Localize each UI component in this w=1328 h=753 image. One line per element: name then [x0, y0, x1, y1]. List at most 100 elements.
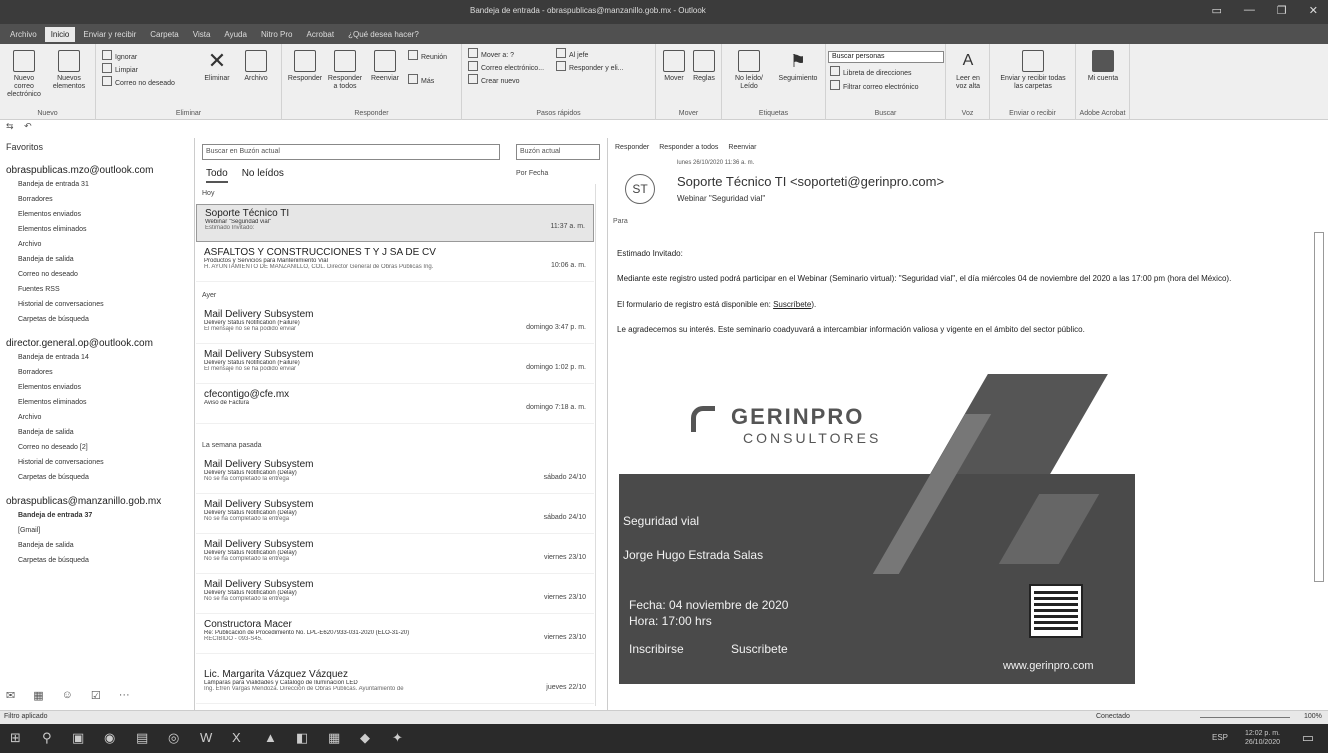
app-icon[interactable]: ◆: [360, 730, 370, 746]
tab-acrobat[interactable]: Acrobat: [301, 27, 341, 42]
search-scope-dropdown[interactable]: Buzón actual: [516, 144, 600, 160]
folder-item[interactable]: Elementos enviados: [0, 382, 194, 397]
list-item[interactable]: Mail Delivery Subsystem Delivery Status …: [196, 536, 594, 574]
archive-button[interactable]: Archivo: [238, 50, 274, 83]
browser-icon[interactable]: ◉: [104, 730, 115, 746]
banner-signup-button[interactable]: Suscribete: [731, 642, 788, 656]
account-2[interactable]: director.general.op@outlook.com: [0, 335, 194, 352]
meeting-button[interactable]: Reunión: [408, 50, 447, 61]
group-header-last-week[interactable]: La semana pasada: [202, 442, 587, 449]
folder-item[interactable]: Historial de conversaciones: [0, 299, 194, 314]
folder-item[interactable]: Borradores: [0, 367, 194, 382]
quickstep-new[interactable]: Crear nuevo: [468, 74, 520, 85]
webinar-banner[interactable]: GERINPRO CONSULTORES Seguridad vial Jorg…: [619, 374, 1135, 684]
account-1[interactable]: obraspublicas.mzo@outlook.com: [0, 162, 194, 179]
followup-button[interactable]: ⚑ Seguimiento: [774, 50, 822, 83]
reading-scrollbar[interactable]: [1314, 232, 1324, 582]
reply-all-link[interactable]: Responder a todos: [659, 144, 718, 151]
tab-ayuda[interactable]: Ayuda: [218, 27, 253, 42]
list-item[interactable]: Mail Delivery Subsystem Delivery Status …: [196, 456, 594, 494]
tray-clock[interactable]: 12:02 p. m. 26/10/2020: [1245, 729, 1280, 747]
excel-icon[interactable]: X: [232, 730, 241, 745]
list-item[interactable]: Constructora Macer Re: Publicación de Pr…: [196, 616, 594, 654]
more-respond-button[interactable]: Más: [408, 74, 434, 85]
search-input[interactable]: Buscar en Buzón actual: [202, 144, 500, 160]
quickstep-team[interactable]: Correo electrónico...: [468, 61, 544, 72]
tab-vista[interactable]: Vista: [187, 27, 217, 42]
search-icon[interactable]: ⚲: [42, 730, 52, 746]
notifications-icon[interactable]: ▭: [1302, 730, 1314, 746]
tab-enviar-recibir[interactable]: Enviar y recibir: [77, 27, 142, 42]
calendar-icon[interactable]: ▦: [33, 689, 43, 702]
quickstep-move[interactable]: Mover a: ?: [468, 48, 514, 59]
folder-item[interactable]: Carpetas de búsqueda: [0, 314, 194, 329]
folder-item[interactable]: Bandeja de entrada 31: [0, 179, 194, 194]
group-header-yesterday[interactable]: Ayer: [202, 292, 587, 299]
send-receive-icon[interactable]: ⇆: [6, 121, 14, 131]
more-icon[interactable]: ···: [119, 689, 130, 702]
list-item[interactable]: cfecontigo@cfe.mx Aviso de Factura domin…: [196, 386, 594, 424]
group-header-today[interactable]: Hoy: [202, 190, 587, 197]
list-scrollbar[interactable]: [595, 184, 605, 706]
forward-button[interactable]: Reenviar: [366, 50, 404, 83]
account-3[interactable]: obraspublicas@manzanillo.gob.mx: [0, 493, 194, 510]
word-icon[interactable]: W: [200, 730, 212, 745]
search-people-input[interactable]: Buscar personas: [828, 51, 944, 63]
new-mail-button[interactable]: Nuevo correo electrónico: [4, 50, 44, 99]
task-view-icon[interactable]: ▣: [72, 730, 84, 746]
list-item[interactable]: Mail Delivery Subsystem Delivery Status …: [196, 496, 594, 534]
folder-item[interactable]: Bandeja de salida: [0, 427, 194, 442]
reply-button[interactable]: Responder: [286, 50, 324, 83]
ribbon-display-icon[interactable]: ▭: [1212, 4, 1222, 17]
filter-email-button[interactable]: Filtrar correo electrónico: [830, 80, 918, 91]
reply-all-button[interactable]: Responder a todos: [326, 50, 364, 91]
tab-archivo[interactable]: Archivo: [4, 27, 43, 42]
reply-link[interactable]: Responder: [615, 144, 649, 151]
undo-icon[interactable]: ↶: [24, 121, 32, 131]
outlook-taskbar-icon[interactable]: ◧: [296, 730, 308, 746]
people-icon[interactable]: ☺: [62, 689, 73, 702]
windows-start-icon[interactable]: ⊞: [10, 730, 21, 746]
folder-item[interactable]: Elementos enviados: [0, 209, 194, 224]
folder-item[interactable]: Elementos eliminados: [0, 397, 194, 412]
acrobat-taskbar-icon[interactable]: ▲: [264, 730, 277, 745]
folder-item[interactable]: Bandeja de entrada 14: [0, 352, 194, 367]
new-items-button[interactable]: Nuevos elementos: [48, 50, 90, 91]
folder-item[interactable]: Archivo: [0, 412, 194, 427]
folder-item[interactable]: Correo no deseado [2]: [0, 442, 194, 457]
folder-item[interactable]: [Gmail]: [0, 525, 194, 540]
folder-item[interactable]: Bandeja de salida: [0, 540, 194, 555]
clean-up-button[interactable]: Limpiar: [102, 63, 138, 74]
tab-inicio[interactable]: Inicio: [44, 26, 76, 42]
banner-url[interactable]: www.gerinpro.com: [1003, 660, 1093, 672]
mail-icon[interactable]: ✉: [6, 689, 15, 702]
list-item[interactable]: Soporte Técnico TI Webinar "Seguridad vi…: [196, 204, 594, 242]
close-icon[interactable]: ✕: [1309, 4, 1318, 17]
folder-item[interactable]: Fuentes RSS: [0, 284, 194, 299]
ignore-button[interactable]: Ignorar: [102, 50, 137, 61]
list-item[interactable]: Mail Delivery Subsystem Delivery Status …: [196, 346, 594, 384]
favorites-header[interactable]: Favoritos: [0, 138, 194, 156]
folder-item[interactable]: Borradores: [0, 194, 194, 209]
rules-button[interactable]: Reglas: [690, 50, 718, 83]
quickstep-reply-delete[interactable]: Responder y eli...: [556, 61, 623, 72]
folder-item[interactable]: Correo no deseado: [0, 269, 194, 284]
maximize-icon[interactable]: ❐: [1277, 4, 1287, 17]
signup-link[interactable]: Suscríbete: [773, 300, 811, 309]
list-item[interactable]: Lic. Margarita Vázquez Vázquez Lámparas …: [196, 666, 594, 704]
tab-unread[interactable]: No leídos: [242, 168, 284, 183]
address-book-button[interactable]: Libreta de direcciones: [830, 66, 912, 77]
edge-icon[interactable]: ◎: [168, 730, 179, 746]
sort-dropdown[interactable]: Por Fecha: [516, 170, 548, 177]
move-button[interactable]: Mover: [660, 50, 688, 83]
file-explorer-icon[interactable]: ▤: [136, 730, 148, 746]
zoom-slider[interactable]: [1200, 717, 1290, 718]
my-account-button[interactable]: Mi cuenta: [1082, 50, 1124, 83]
junk-button[interactable]: Correo no deseado: [102, 76, 175, 87]
list-item[interactable]: Mail Delivery Subsystem Delivery Status …: [196, 576, 594, 614]
folder-item[interactable]: Carpetas de búsqueda: [0, 555, 194, 570]
tray-lang[interactable]: ESP: [1212, 733, 1228, 742]
folder-item[interactable]: Bandeja de salida: [0, 254, 194, 269]
tab-nitro-pro[interactable]: Nitro Pro: [255, 27, 299, 42]
folder-item[interactable]: Historial de conversaciones: [0, 457, 194, 472]
